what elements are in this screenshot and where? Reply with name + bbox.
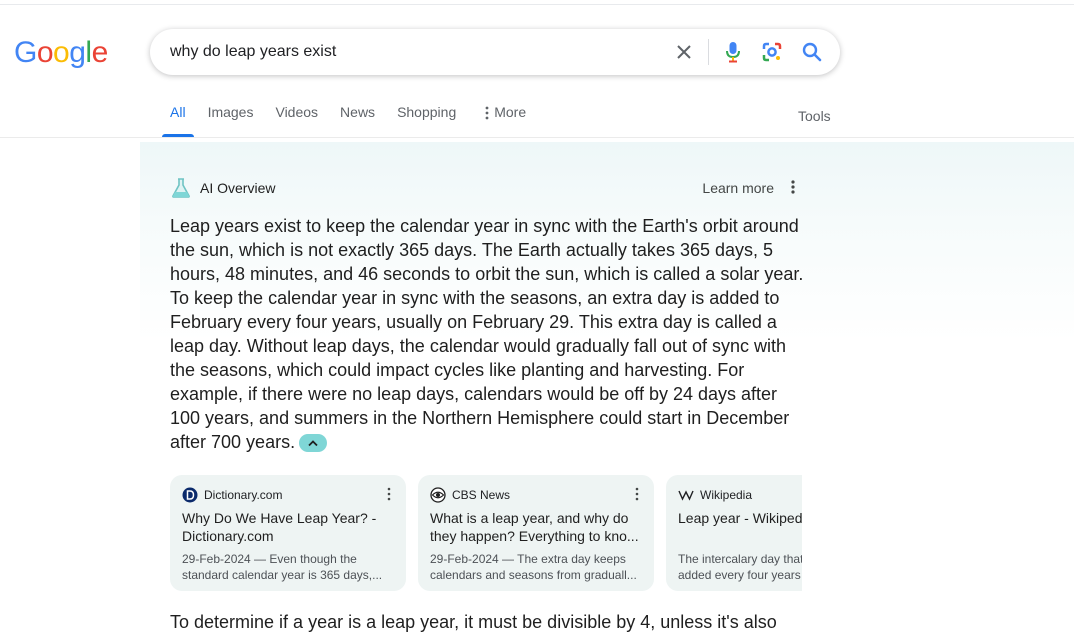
search-input[interactable]	[170, 41, 650, 63]
card-source: Dictionary.com	[182, 487, 394, 503]
source-card-dictionary[interactable]: Dictionary.com Why Do We Have Leap Year?…	[170, 475, 406, 591]
card-snippet: The intercalary day that is added every …	[678, 552, 802, 582]
more-options-icon[interactable]	[788, 178, 798, 201]
card-source-name: CBS News	[452, 488, 511, 502]
search-icon[interactable]	[800, 40, 824, 64]
source-card-cbs-news[interactable]: CBS News What is a leap year, and why do…	[418, 475, 654, 591]
vertical-dots-icon	[485, 106, 489, 120]
flask-icon	[172, 178, 190, 198]
google-logo[interactable]: G o o g l e	[14, 36, 108, 70]
card-snippet: 29-Feb-2024 — Even though the standard c…	[182, 552, 383, 582]
card-options-icon[interactable]	[386, 487, 392, 506]
tab-all[interactable]: All	[162, 104, 193, 137]
tab-images[interactable]: Images	[208, 104, 254, 137]
tab-label: News	[340, 104, 376, 120]
ai-overview-title: AI Overview	[200, 180, 276, 196]
tab-news[interactable]: News	[340, 104, 375, 137]
clear-icon[interactable]	[672, 40, 696, 64]
card-title[interactable]: Leap year - Wikipedia	[678, 509, 802, 545]
tab-videos[interactable]: Videos	[275, 104, 318, 137]
card-source-name: Wikipedia	[700, 488, 753, 502]
tab-label: More	[494, 104, 527, 120]
source-card-wikipedia[interactable]: Wikipedia Leap year - Wikipedia The inte…	[666, 475, 802, 591]
ai-overview-header: AI Overview Learn more	[170, 176, 804, 200]
cbs-eye-icon	[430, 487, 446, 503]
card-source: CBS News	[430, 487, 642, 503]
tab-label: All	[170, 104, 186, 120]
card-snippet: 29-Feb-2024 — The extra day keeps calend…	[430, 552, 637, 582]
logo-letter: g	[69, 36, 86, 69]
collapse-button[interactable]	[299, 434, 328, 453]
logo-letter: e	[91, 36, 109, 69]
chevron-up-icon	[308, 440, 318, 447]
tools-button[interactable]: Tools	[798, 108, 831, 124]
card-source-name: Dictionary.com	[204, 488, 283, 502]
microphone-icon[interactable]	[721, 40, 745, 64]
tab-more[interactable]: More	[482, 104, 526, 137]
card-options-icon[interactable]	[634, 487, 640, 506]
ai-overview-text: Leap years exist to keep the calendar ye…	[170, 214, 810, 454]
logo-letter: o	[53, 36, 70, 69]
source-cards: Dictionary.com Why Do We Have Leap Year?…	[170, 475, 802, 591]
search-tabs: All Images Videos News Shopping More	[162, 104, 548, 137]
wikipedia-w-icon	[678, 487, 694, 503]
tab-label: Images	[207, 104, 254, 120]
logo-letter: G	[14, 36, 37, 69]
card-source: Wikipedia	[678, 487, 802, 503]
card-title[interactable]: What is a leap year, and why do they hap…	[430, 509, 642, 545]
tab-shopping[interactable]: Shopping	[397, 104, 456, 137]
top-divider	[0, 4, 1074, 5]
ai-overview-paragraph: Leap years exist to keep the calendar ye…	[170, 216, 804, 452]
ai-overview-followup-text: To determine if a year is a leap year, i…	[170, 612, 777, 632]
tabs-divider	[0, 137, 1074, 138]
tab-label: Shopping	[397, 104, 457, 120]
card-title[interactable]: Why Do We Have Leap Year? - Dictionary.c…	[182, 509, 394, 545]
tab-label: Videos	[275, 104, 319, 120]
learn-more-link[interactable]: Learn more	[702, 180, 774, 196]
search-divider	[708, 39, 709, 65]
search-box[interactable]	[150, 29, 840, 75]
dictionary-logo-icon	[182, 487, 198, 503]
logo-letter: o	[36, 36, 54, 69]
camera-lens-icon[interactable]	[760, 40, 784, 64]
